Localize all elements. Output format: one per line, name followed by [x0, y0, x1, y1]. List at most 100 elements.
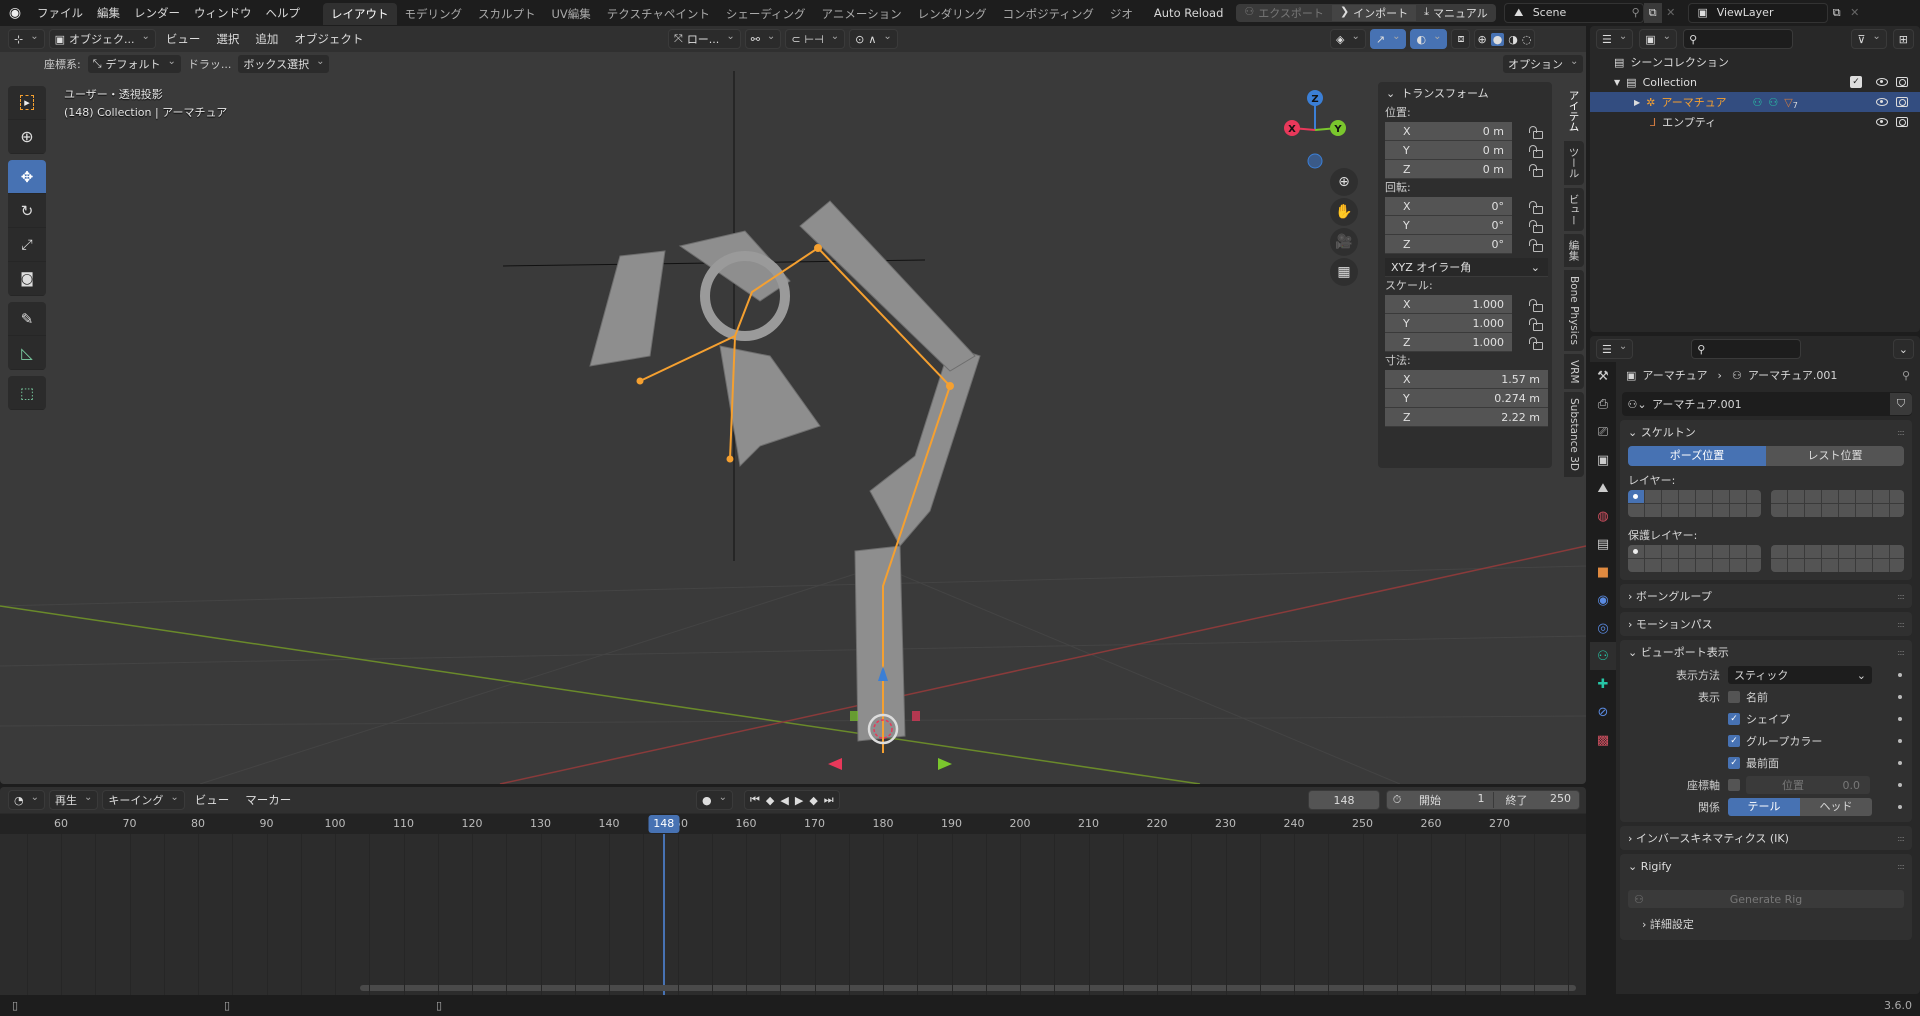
scale-y-field[interactable]: Y 1.000 [1385, 314, 1512, 333]
bone-constraint-tab-icon[interactable]: ⊘ [1590, 698, 1616, 726]
drag-grip-icon[interactable]: :::: [1897, 862, 1905, 871]
rotation-x-field[interactable]: X 0° [1385, 197, 1512, 216]
layer-cell[interactable] [1890, 559, 1904, 572]
workspace-tab-texture-paint[interactable]: テクスチャペイント [599, 3, 718, 25]
output-tab-icon[interactable]: ⎚ [1590, 418, 1616, 446]
workspace-tab-layout[interactable]: レイアウト [323, 3, 397, 25]
frame-start-field[interactable]: 開始 1 [1411, 792, 1494, 808]
layer-cell[interactable] [1645, 504, 1661, 517]
outliner-search[interactable]: ⚲ [1683, 29, 1794, 49]
menu-file[interactable]: ファイル [30, 5, 90, 21]
armature-data-icon[interactable]: ⚇ [1753, 96, 1763, 109]
drag-grip-icon[interactable]: :::: [1897, 834, 1905, 843]
group-colors-checkbox[interactable]: ✓ [1728, 735, 1740, 747]
advanced-settings-toggle[interactable]: › 詳細設定 [1620, 916, 1912, 934]
properties-options[interactable]: ⌄ [1892, 339, 1914, 359]
gizmo-toggle[interactable]: ↗ [1369, 29, 1407, 49]
render-camera-icon[interactable] [1896, 77, 1908, 87]
outliner-scene-collection[interactable]: ▤ シーンコレクション [1590, 52, 1920, 72]
layer-cell[interactable] [1822, 545, 1838, 558]
layer-grid[interactable] [1771, 490, 1904, 517]
rotation-y-field[interactable]: Y 0° [1385, 216, 1512, 235]
options-dropdown[interactable]: オプション [1502, 54, 1585, 74]
layer-cell[interactable] [1771, 545, 1787, 558]
timeline-ruler[interactable]: 6070809010011012013014015016017018019020… [0, 814, 1586, 834]
move-tool[interactable]: ✥ [8, 160, 46, 194]
layer-cell[interactable] [1730, 545, 1746, 558]
armature-data-tab-icon[interactable]: ⚇ [1590, 642, 1616, 670]
outliner-editor-type[interactable]: ☰ [1596, 29, 1634, 49]
relation-tail-button[interactable]: テール [1728, 798, 1800, 816]
layer-cell[interactable] [1822, 504, 1838, 517]
visibility-eye-icon[interactable] [1876, 98, 1888, 106]
pin-icon[interactable]: ⚲ [1902, 369, 1910, 382]
xray-toggle[interactable]: ⧈ [1451, 29, 1471, 49]
blender-logo-icon[interactable]: ◉ [0, 5, 30, 21]
keyframe-dot-icon[interactable] [1898, 717, 1902, 721]
rigify-panel-header[interactable]: ⌄ Rigify:::: [1620, 854, 1912, 878]
layer-cell[interactable] [1628, 504, 1644, 517]
names-checkbox[interactable] [1728, 691, 1740, 703]
rest-position-button[interactable]: レスト位置 [1766, 446, 1904, 466]
layer-cell[interactable] [1822, 490, 1838, 503]
layer-cell[interactable] [1662, 504, 1678, 517]
workspace-tab-sculpt[interactable]: スカルプト [470, 3, 544, 25]
layer-cell[interactable] [1771, 490, 1787, 503]
add-cube-tool[interactable]: ⬚ [8, 376, 46, 410]
pan-hand-icon[interactable]: ✋ [1330, 198, 1358, 226]
axes-checkbox[interactable] [1728, 779, 1740, 791]
expand-arrow-icon[interactable]: ▶ [1634, 98, 1640, 107]
view-layer-field[interactable]: ViewLayer [1717, 6, 1827, 19]
layer-cell[interactable] [1628, 545, 1644, 558]
workspace-tab-geometry[interactable]: ジオ [1102, 3, 1141, 25]
layer-cell[interactable] [1788, 490, 1804, 503]
wireframe-shading-icon[interactable]: ⊕ [1477, 33, 1486, 46]
scale-tool[interactable]: ⤢ [8, 228, 46, 262]
scale-x-field[interactable]: X 1.000 [1385, 295, 1512, 314]
display-as-dropdown[interactable]: スティック ⌄ [1728, 666, 1872, 684]
layer-cell[interactable] [1873, 504, 1889, 517]
scene-name-field[interactable]: Scene [1533, 6, 1629, 19]
dimension-y-field[interactable]: Y 0.274 m [1385, 389, 1548, 408]
view-layer-icon[interactable]: ▣ [1689, 6, 1717, 19]
sidebar-tab-edit[interactable]: 編集 [1564, 234, 1584, 267]
play-icon[interactable]: ▶ [795, 794, 803, 807]
transform-panel-header[interactable]: ⌄ トランスフォーム [1378, 82, 1552, 104]
pose-position-button[interactable]: ポーズ位置 [1628, 446, 1766, 466]
rotation-z-field[interactable]: Z 0° [1385, 235, 1512, 254]
cursor-tool[interactable]: ⊕ [8, 120, 46, 154]
3d-viewport[interactable]: ⊹ ▣オブジェク... ビュー 選択 追加 オブジェクト ⤧ロー... ⚯ ⊂⊢… [0, 26, 1586, 784]
layer-cell[interactable] [1645, 545, 1661, 558]
layer-cell[interactable] [1839, 545, 1855, 558]
menu-render[interactable]: レンダー [127, 5, 187, 21]
axes-position-field[interactable]: 位置 0.0 [1746, 776, 1870, 794]
lock-icon[interactable] [1528, 144, 1543, 158]
lock-icon[interactable] [1528, 163, 1543, 177]
properties-search[interactable]: ⚲ [1691, 339, 1802, 359]
workspace-tab-modeling[interactable]: モデリング [397, 3, 471, 25]
viewport-display-header[interactable]: ⌄ ビューポート表示:::: [1620, 640, 1912, 664]
sidebar-tab-item[interactable]: アイテム [1564, 84, 1584, 138]
render-camera-icon[interactable] [1896, 97, 1908, 107]
sidebar-tab-view[interactable]: ビュー [1564, 187, 1584, 231]
zoom-icon[interactable]: ⊕ [1330, 168, 1358, 196]
layer-cell[interactable] [1839, 504, 1855, 517]
layer-cell[interactable] [1822, 559, 1838, 572]
layer-cell[interactable] [1628, 559, 1644, 572]
workspace-tab-animation[interactable]: アニメーション [814, 3, 910, 25]
layer-cell[interactable] [1713, 559, 1729, 572]
new-scene-icon[interactable]: ⧉ [1643, 2, 1662, 23]
layer-cell[interactable] [1805, 559, 1821, 572]
keyframe-dot-icon[interactable] [1898, 761, 1902, 765]
prev-keyframe-icon[interactable]: ◆ [766, 794, 774, 807]
keyframe-dot-icon[interactable] [1898, 783, 1902, 787]
ortho-grid-icon[interactable]: ▦ [1330, 258, 1358, 286]
layer-cell[interactable] [1771, 559, 1787, 572]
layer-cell[interactable] [1679, 490, 1695, 503]
playhead[interactable] [662, 834, 665, 995]
relation-head-button[interactable]: ヘッド [1800, 798, 1872, 816]
delete-view-layer-icon[interactable]: ✕ [1846, 6, 1864, 19]
drag-grip-icon[interactable]: :::: [1897, 428, 1905, 437]
layer-cell[interactable] [1890, 490, 1904, 503]
tool-tab-icon[interactable]: ⚒ [1590, 362, 1616, 390]
